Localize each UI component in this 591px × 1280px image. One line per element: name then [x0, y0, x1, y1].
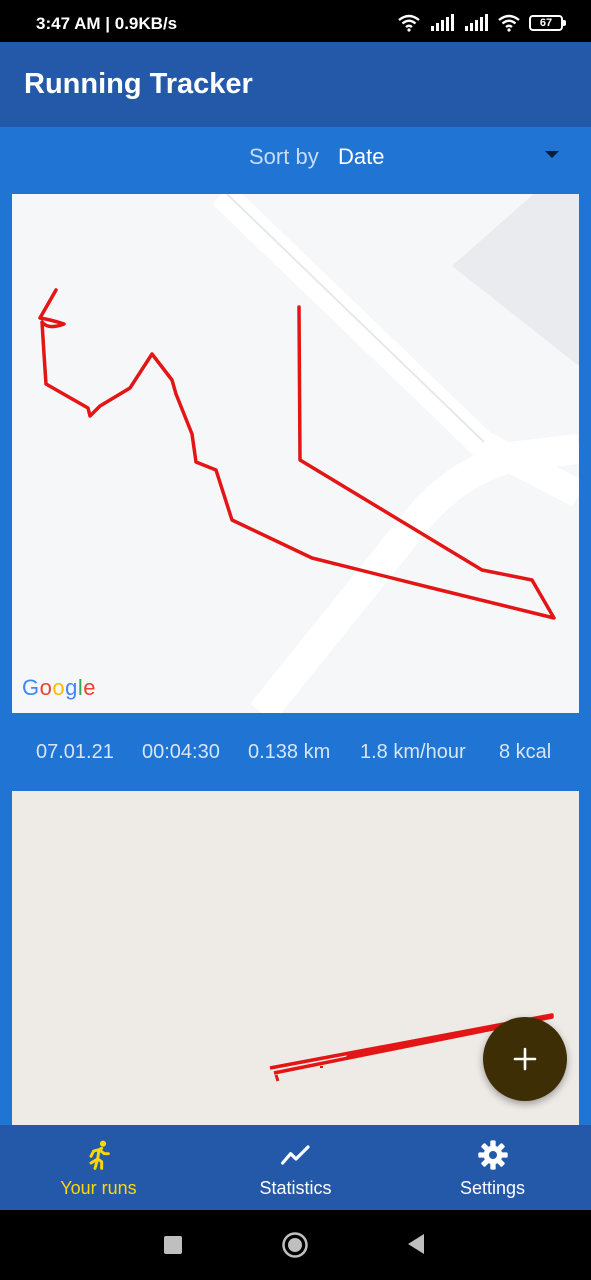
- run-calories: 8 kcal: [499, 741, 552, 763]
- cell-signal-icon: [431, 14, 454, 31]
- bottom-nav: Your runs Statistics Settings: [0, 1125, 591, 1210]
- runner-icon: [89, 1140, 110, 1170]
- app-title: Running Tracker: [24, 68, 253, 100]
- home-icon[interactable]: [281, 1231, 309, 1259]
- add-run-button[interactable]: [483, 1017, 567, 1101]
- nav-label: Statistics: [259, 1178, 332, 1198]
- sort-selected-value[interactable]: Date: [338, 144, 384, 170]
- run-distance: 0.138 km: [248, 741, 331, 763]
- wifi-icon: [398, 14, 420, 32]
- sort-dropdown[interactable]: Sort by Date: [0, 127, 591, 187]
- run-stats-row[interactable]: 07.01.21 00:04:30 0.138 km 1.8 km/hour 8…: [0, 725, 591, 781]
- run-speed: 1.8 km/hour: [360, 741, 466, 763]
- nav-item-statistics[interactable]: Statistics: [197, 1125, 394, 1210]
- status-bar: 3:47 AM | 0.9KB/s 67: [0, 0, 591, 42]
- plus-icon: [513, 1047, 537, 1071]
- google-logo: Google: [22, 675, 97, 700]
- system-nav-bar: [0, 1210, 591, 1280]
- run-map[interactable]: Google: [12, 194, 579, 713]
- run-duration: 00:04:30: [142, 741, 220, 763]
- route-path: [38, 288, 556, 620]
- dropdown-arrow-icon[interactable]: [545, 151, 559, 158]
- run-date: 07.01.21: [36, 741, 114, 763]
- nav-label: Your runs: [60, 1178, 137, 1198]
- nav-item-your-runs[interactable]: Your runs: [0, 1125, 197, 1210]
- trending-up-icon: [280, 1145, 310, 1165]
- status-icons: 67: [397, 13, 566, 33]
- wifi-icon: [498, 14, 520, 32]
- cell-signal-icon: [465, 14, 488, 31]
- sort-label: Sort by: [249, 144, 319, 169]
- nav-label: Settings: [459, 1178, 526, 1198]
- recents-icon[interactable]: [163, 1235, 183, 1255]
- app-bar: Running Tracker: [0, 42, 591, 127]
- status-time: 3:47 AM | 0.9KB/s: [36, 14, 178, 33]
- battery-icon: 67: [529, 15, 566, 31]
- back-icon[interactable]: [406, 1233, 426, 1255]
- gear-icon: [477, 1140, 508, 1170]
- nav-item-settings[interactable]: Settings: [394, 1125, 591, 1210]
